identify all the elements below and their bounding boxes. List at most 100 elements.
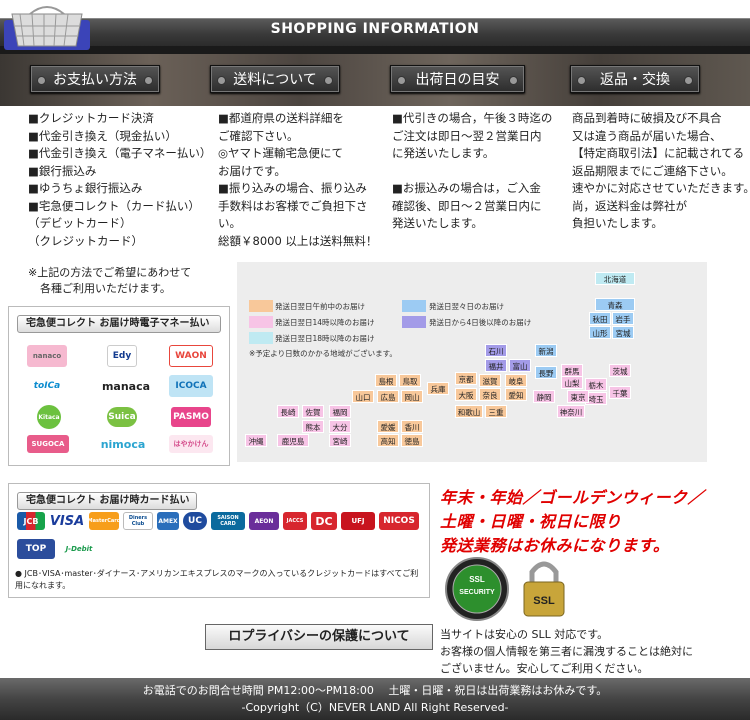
tag-returns: 返品・交換	[570, 65, 700, 93]
prefecture-cell: 大阪	[455, 388, 477, 401]
list-item: 又は違う商品が届いた場合、	[572, 128, 722, 143]
list-item: ご注文は即日～翌２営業日内	[392, 128, 542, 143]
legend-label: 発送日翌日午前中のお届け	[275, 302, 365, 311]
card-notice: ● JCB･VISA･master･ダイナース･アメリカンエキスプレスのマークの…	[15, 569, 419, 590]
prefecture-cell: 奈良	[479, 388, 501, 401]
ufj-logo: UFJ	[341, 512, 375, 530]
prefecture-cell: 宮崎	[329, 434, 351, 447]
page-footer: お電話でのお問合せ時間 PM12:00～PM18:00 土曜・日曜・祝日は出荷業…	[0, 678, 750, 720]
legend-label: 発送日翌日14時以降のお届け	[275, 318, 375, 327]
privacy-text: 当サイトは安心の SLL 対応です。 お客様の個人情報を第三者に漏洩することは絶…	[440, 626, 693, 677]
ssl-lock-label: SSL	[533, 595, 555, 607]
prefecture-cell: 鳥取	[399, 374, 421, 387]
list-item: ■宅急便コレクト（カード払い）	[28, 198, 200, 213]
list-item: 発送いたします。	[392, 216, 483, 230]
list-item: ■振り込みの場合、振り込み	[218, 181, 367, 195]
dc-logo: DC	[311, 512, 337, 530]
suica-logo: Suica	[107, 407, 137, 427]
prefecture-cell: 岐阜	[505, 374, 527, 387]
prefecture-cell: 熊本	[302, 420, 324, 433]
prefecture-cell: 東京	[567, 390, 589, 403]
edy-logo: Edy	[107, 345, 137, 367]
waon-logo: WAON	[169, 345, 213, 367]
list-item: ■代引きの場合，午後３時迄の	[392, 111, 553, 125]
prefecture-cell: 鹿児島	[277, 434, 309, 447]
legend-swatch	[249, 300, 273, 312]
privacy-line: ございません。安心してご利用ください。	[440, 662, 649, 675]
sugoca-logo: SUGOCA	[27, 435, 69, 453]
note-line: 各種ご利用いただけます。	[40, 282, 171, 295]
footer-contact-hours: お電話でのお問合せ時間 PM12:00～PM18:00 土曜・日曜・祝日は出荷業…	[142, 684, 608, 697]
prefecture-cell: 長野	[535, 366, 557, 379]
card-box-heading: 宅急便コレクト お届け時カード払い	[17, 492, 197, 510]
prefecture-cell: 高知	[377, 434, 399, 447]
list-item: ■お振込みの場合は，ご入金	[392, 181, 541, 195]
list-item: 速やかに対応させていただきます。	[572, 181, 750, 195]
hayakaken-logo: はやかけん	[169, 435, 213, 453]
list-item: 総額￥8000 以上は送料無料！	[218, 233, 378, 248]
list-item: 尚，返送料金は弊社が	[572, 198, 687, 213]
jcb-logo: JCB	[17, 512, 45, 530]
jdebit-logo: J-Debit	[61, 539, 97, 559]
delivery-map: 発送日翌日午前中のお届け 発送日翌日14時以降のお届け 発送日翌日18時以降のお…	[237, 262, 707, 462]
top-card-logo: TOP	[17, 539, 55, 559]
list-item: ■ゆうちょ銀行振込み	[28, 181, 143, 195]
prefecture-cell: 岡山	[401, 390, 423, 403]
security-badge-label: SECURITY	[459, 589, 495, 596]
prefecture-cell: 福井	[485, 359, 507, 372]
payment-note: ※上記の方法でご希望にあわせて 各種ご利用いただけます。	[28, 265, 191, 297]
prefecture-cell: 静岡	[533, 390, 555, 403]
diners-logo: Diners Club	[123, 512, 153, 530]
note-line: ※上記の方法でご希望にあわせて	[28, 266, 192, 279]
list-item: ■クレジットカード決済	[28, 111, 154, 125]
privacy-title: ロプライバシーの保護について	[205, 624, 433, 650]
ship-date-list: ■代引きの場合，午後３時迄の ご注文は即日～翌２営業日内 に発送いたします。 ■…	[392, 110, 552, 233]
page-header: SHOPPING INFORMATION	[0, 0, 750, 58]
prefecture-cell: 青森	[595, 298, 635, 311]
list-item: （デビットカード）	[28, 216, 132, 230]
aeon-logo: AEON	[249, 512, 279, 530]
prefecture-cell: 千葉	[609, 386, 631, 399]
list-item: ■都道府県の送料詳細を	[218, 111, 344, 125]
padlock-icon: SSL	[523, 561, 565, 617]
list-item: 負担いたします。	[572, 216, 663, 230]
prefecture-cell: 茨城	[609, 364, 631, 377]
card-payment-box: 宅急便コレクト お届け時カード払い JCB VISA MasterCard Di…	[8, 483, 430, 598]
list-item: お届けです。	[218, 163, 286, 178]
kitaca-logo: Kitaca	[37, 405, 61, 429]
uc-logo: UC	[183, 512, 207, 530]
manaca-logo: manaca	[95, 375, 157, 397]
holiday-warning: 年末・年始／ゴールデンウィーク／ 土曜・日曜・祝日に限り 発送業務はお休みになり…	[440, 486, 704, 558]
returns-info-list: 商品到着時に破損及び不具合 又は違う商品が届いた場合、 【特定商取引法】に記載さ…	[572, 110, 750, 233]
emoney-payment-box: 宅急便コレクト お届け時電子マネー払い nanaco Edy WAON toIC…	[8, 306, 230, 466]
prefecture-cell: 山形	[589, 326, 611, 339]
prefecture-cell: 兵庫	[427, 382, 449, 395]
prefecture-cell: 徳島	[401, 434, 423, 447]
legend-label: 発送日から4日後以降のお届け	[429, 318, 532, 327]
page-title: SHOPPING INFORMATION	[270, 21, 480, 37]
nicos-logo: NICOS	[379, 512, 419, 530]
prefecture-cell: 秋田	[589, 312, 611, 325]
nanaco-logo: nanaco	[27, 345, 67, 367]
warning-line: 土曜・日曜・祝日に限り	[440, 512, 622, 531]
list-item: ■代金引き換え（現金払い）	[28, 128, 177, 143]
section-tags-panel: お支払い方法 送料について 出荷日の目安 返品・交換	[0, 54, 750, 106]
ssl-security-badge-icon: SSL SECURITY	[445, 557, 509, 621]
legend-swatch	[249, 316, 273, 328]
prefecture-cell: 愛媛	[377, 420, 399, 433]
prefecture-cell: 滋賀	[479, 374, 501, 387]
amex-logo: AMEX	[157, 512, 179, 530]
prefecture-cell: 岩手	[612, 312, 634, 325]
list-item: に発送いたします。	[392, 146, 495, 160]
privacy-line: お客様の個人情報を第三者に漏洩することは絶対に	[440, 645, 693, 658]
map-note: ※予定より日数のかかる地域がございます。	[249, 349, 397, 358]
list-item: 【特定商取引法】に記載されてる	[572, 146, 745, 160]
toica-logo: toICa	[27, 375, 67, 397]
prefecture-cell: 北海道	[595, 272, 635, 285]
legend-swatch	[249, 332, 273, 344]
prefecture-cell: 島根	[375, 374, 397, 387]
warning-line: 発送業務はお休みになります。	[440, 536, 670, 555]
list-item: い。	[218, 216, 241, 230]
list-item	[392, 163, 552, 181]
list-item: ご確認下さい。	[218, 128, 299, 143]
